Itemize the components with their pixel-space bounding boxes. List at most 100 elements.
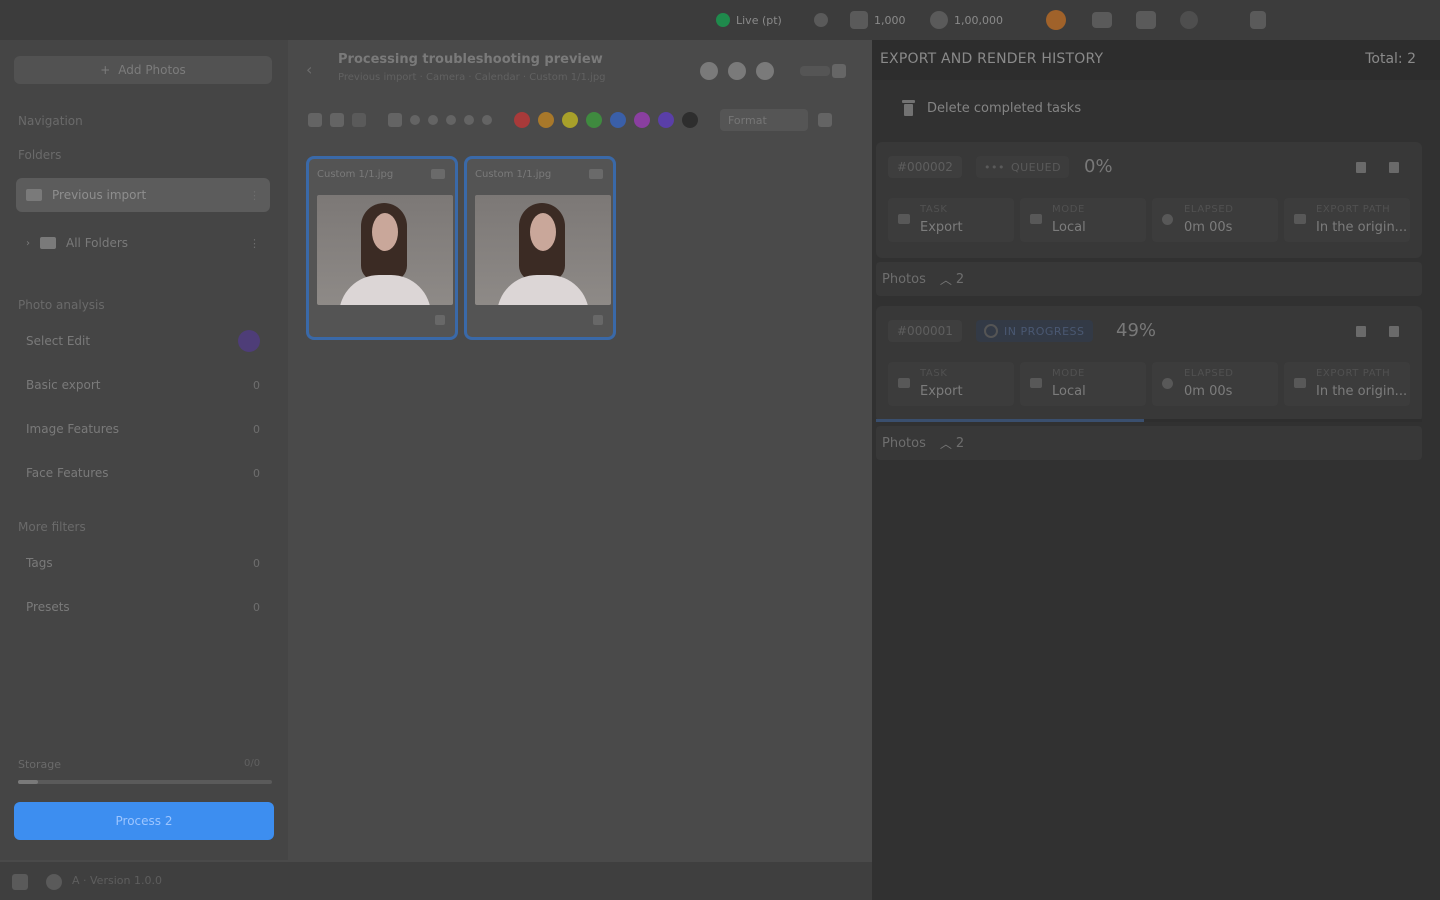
color-label-swatch[interactable]	[658, 112, 674, 128]
delete-completed-button[interactable]: Delete completed tasks	[902, 100, 1081, 116]
help-button[interactable]	[1180, 11, 1198, 29]
flag-icon[interactable]	[388, 113, 402, 127]
storage-label: Storage	[18, 758, 62, 771]
sidebar: + Add Photos Navigation Folders Previous…	[0, 40, 288, 860]
color-label-swatch[interactable]	[634, 112, 650, 128]
view-icon[interactable]	[700, 62, 718, 80]
info-icon	[814, 13, 828, 27]
sidebar-item-label: Basic export	[26, 378, 101, 392]
format-select[interactable]: Format	[720, 109, 808, 131]
notifications-button[interactable]	[1046, 10, 1066, 30]
more-icon[interactable]: ⋮	[249, 237, 260, 250]
back-arrow-icon[interactable]: ‹	[306, 60, 312, 79]
gear-icon	[930, 11, 948, 29]
folder-button[interactable]	[1092, 11, 1112, 29]
color-label-swatch[interactable]	[586, 112, 602, 128]
color-label-swatch[interactable]	[514, 112, 530, 128]
task-path-cell: EXPORT PATH In the origin...	[1284, 362, 1410, 406]
sidebar-item-basic-export[interactable]: Basic export 0	[16, 368, 270, 402]
navigation-label: Navigation	[18, 114, 83, 128]
chevron-right-icon: ›	[26, 237, 30, 249]
task-id: #000002	[888, 156, 962, 178]
task-photos-toggle[interactable]: Photos ︿ 2	[876, 426, 1422, 460]
sidebar-item-select-edit[interactable]: Select Edit	[16, 324, 270, 358]
sidebar-item-previous-import[interactable]: Previous import ⋮	[16, 178, 270, 212]
account-button[interactable]	[1250, 11, 1266, 29]
star-4-icon[interactable]	[464, 115, 474, 125]
storage-value: 0/0	[244, 758, 261, 769]
pause-icon[interactable]	[1356, 326, 1366, 337]
cell-value: Export	[920, 384, 963, 399]
pause-icon[interactable]	[1356, 162, 1366, 173]
process-button[interactable]: Process 2	[14, 802, 274, 840]
trash-icon[interactable]	[1389, 326, 1399, 337]
item-count: 0	[253, 600, 260, 614]
item-count: 0	[253, 422, 260, 436]
star-1-icon[interactable]	[410, 115, 420, 125]
folder-icon	[1294, 214, 1306, 224]
live-status[interactable]: Live (pt)	[716, 11, 782, 29]
sidebar-item-presets[interactable]: Presets 0	[16, 590, 270, 624]
sidebar-item-all-folders[interactable]: › All Folders ⋮	[16, 226, 270, 260]
thumbnail-menu-icon[interactable]	[593, 315, 603, 325]
photo-thumbnail-1[interactable]: Custom 1/1.jpg	[306, 156, 458, 340]
storage-stat[interactable]: 1,00,000	[930, 11, 1003, 29]
item-count: 0	[253, 556, 260, 570]
plus-icon: +	[100, 63, 111, 77]
format-badge-icon	[589, 169, 603, 179]
cell-value: In the origin...	[1316, 220, 1408, 235]
add-photos-button[interactable]: + Add Photos	[14, 56, 272, 84]
cell-label: MODE	[1052, 368, 1085, 379]
cell-label: EXPORT PATH	[1316, 204, 1391, 215]
color-label-swatch[interactable]	[682, 112, 698, 128]
star-2-icon[interactable]	[428, 115, 438, 125]
zoom-control[interactable]	[800, 66, 830, 76]
panel-title: EXPORT AND RENDER HISTORY	[880, 51, 1104, 67]
rotate-icon[interactable]	[352, 113, 366, 127]
sidebar-item-image-features[interactable]: Image Features 0	[16, 412, 270, 446]
share-icon[interactable]	[728, 62, 746, 80]
sidebar-item-label: Tags	[26, 556, 53, 570]
user-icon	[1250, 11, 1266, 29]
folder-icon	[898, 214, 910, 224]
settings-icon[interactable]	[46, 874, 62, 890]
status-dot-icon	[716, 13, 730, 27]
grid-icon[interactable]	[832, 64, 846, 78]
task-photos-toggle[interactable]: Photos ︿ 2	[876, 262, 1422, 296]
color-label-swatch[interactable]	[610, 112, 626, 128]
info-button[interactable]	[814, 11, 828, 29]
task-mode-cell: MODE Local	[1020, 362, 1146, 406]
thumbnail-filename: Custom 1/1.jpg	[475, 169, 552, 180]
photo-thumbnail-2[interactable]: Custom 1/1.jpg	[464, 156, 616, 340]
export-history-button[interactable]	[1136, 11, 1156, 29]
credits-stat[interactable]: 1,000	[850, 11, 906, 29]
folder-icon	[40, 237, 56, 249]
pen-icon	[850, 11, 868, 29]
sort-icon[interactable]	[818, 113, 832, 127]
monitor-icon	[1030, 214, 1042, 224]
task-id: #000001	[888, 320, 962, 342]
clock-icon	[1162, 214, 1173, 225]
item-count: 0	[253, 378, 260, 392]
live-status-label: Live (pt)	[736, 13, 782, 27]
folder-icon	[1294, 378, 1306, 388]
layout-icon[interactable]	[12, 874, 28, 890]
color-label-swatch[interactable]	[562, 112, 578, 128]
sidebar-item-face-features[interactable]: Face Features 0	[16, 456, 270, 490]
sidebar-item-label: Presets	[26, 600, 70, 614]
download-icon[interactable]	[756, 62, 774, 80]
select-all-icon[interactable]	[308, 113, 322, 127]
status-badge: IN PROGRESS	[976, 320, 1093, 342]
star-5-icon[interactable]	[482, 115, 492, 125]
chevron-up-icon: ︿	[939, 272, 952, 287]
task-card: #000001 IN PROGRESS 49% TASK Export MODE…	[876, 306, 1422, 422]
thumbnail-menu-icon[interactable]	[435, 315, 445, 325]
star-3-icon[interactable]	[446, 115, 456, 125]
sidebar-item-tags[interactable]: Tags 0	[16, 546, 270, 580]
deselect-icon[interactable]	[330, 113, 344, 127]
more-icon[interactable]: ⋮	[249, 189, 260, 202]
trash-icon[interactable]	[1389, 162, 1399, 173]
color-label-swatch[interactable]	[538, 112, 554, 128]
cell-label: EXPORT PATH	[1316, 368, 1391, 379]
folders-label: Folders	[18, 148, 62, 162]
